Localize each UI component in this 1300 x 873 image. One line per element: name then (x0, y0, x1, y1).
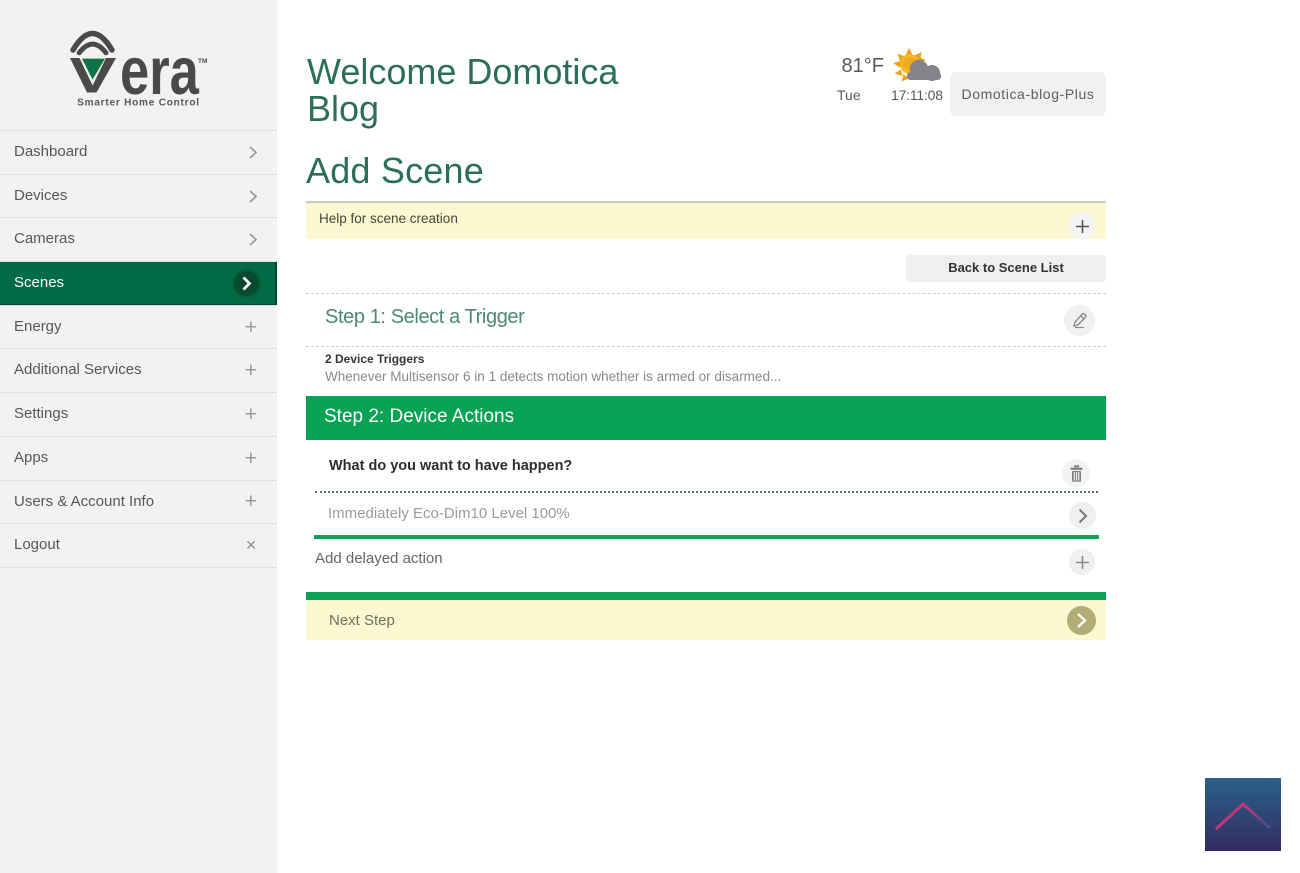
svg-text:Smarter Home Control: Smarter Home Control (77, 98, 200, 109)
svg-text:TM: TM (198, 58, 207, 65)
